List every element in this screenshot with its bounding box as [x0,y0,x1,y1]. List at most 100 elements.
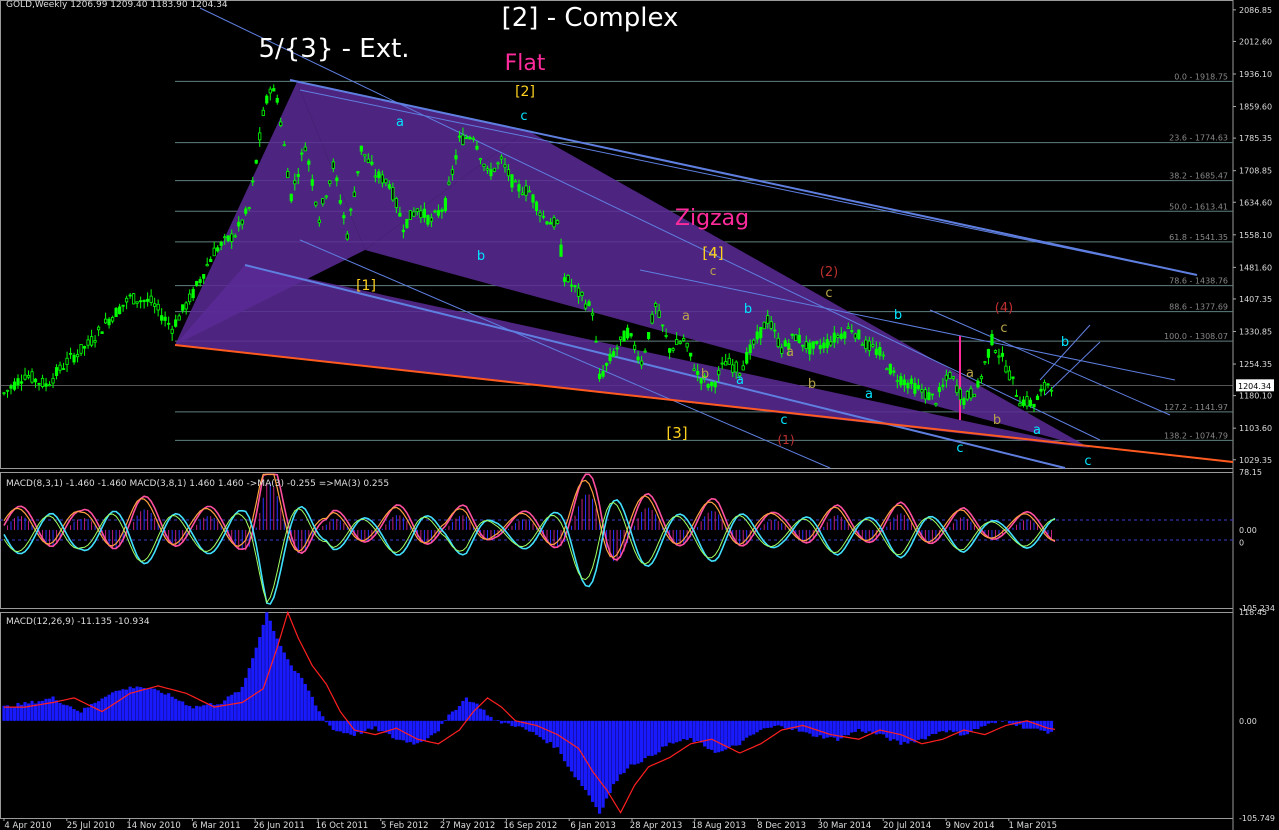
candle-body [146,298,150,302]
candle-body [380,174,384,184]
histogram-bar [618,720,623,775]
histogram-bar [184,705,188,721]
price-tick-label: 1254.35 [1239,360,1272,369]
histogram-bar [668,720,672,743]
histogram-bar [633,720,637,765]
histogram-bar [562,720,567,762]
wave-letter: c [825,286,832,301]
histogram-bar [864,720,868,733]
histogram-bar [44,698,48,721]
histogram-bar [61,704,66,721]
histogram-bar [566,720,570,767]
histogram-bar [755,720,759,733]
candle-body [857,329,861,340]
candle-body [972,393,977,398]
date-tick-label: 16 Sep 2012 [503,821,557,830]
candle-body [359,145,363,152]
date-tick-label: 25 Jul 2010 [67,821,115,830]
histogram-bar [429,720,434,736]
candle-body [874,348,878,355]
candle-body [181,304,185,311]
candle-body [96,326,101,331]
candle-body [335,177,339,182]
histogram-bar [328,720,332,726]
histogram-bar [513,720,518,727]
candle-body [366,158,370,163]
wave-label: [2] - Complex [502,3,679,33]
histogram-bar [436,720,441,732]
histogram-bar [545,720,549,744]
candle-body [976,380,980,388]
macd-fast-tick: 78.15 [1239,468,1262,477]
wave-label: b [477,249,485,264]
histogram-bar [170,696,174,721]
candle-body [839,333,843,340]
histogram-bar [464,697,469,721]
histogram-bar [233,692,237,721]
histogram-bar [766,720,770,728]
candle-body [797,334,801,343]
histogram-bar [174,698,178,721]
histogram-bar [682,720,686,740]
candle-body [650,313,654,324]
candle-body [506,169,511,177]
candle-body [520,192,525,195]
histogram-bar [597,720,602,814]
candle-body [296,174,300,177]
candle-body [1028,399,1033,406]
histogram-bar [440,720,444,724]
candle-body [741,365,745,371]
histogram-bar [843,720,847,736]
candle-body [177,315,181,321]
candle-body [657,310,661,318]
macd-hist-tick: -105.749 [1239,814,1275,823]
candle-body [2,392,6,395]
histogram-bar [121,689,125,721]
histogram-bar [82,707,87,721]
candle-body [237,221,241,227]
histogram-bar [1049,720,1054,732]
candle-body [696,370,700,375]
candle-body [801,344,805,347]
histogram-bar [149,688,153,721]
candle-body [527,190,532,193]
candle-body [454,155,458,160]
candle-body [30,371,34,383]
candle-body [846,326,850,329]
histogram-bar [958,720,963,736]
candle-body [282,144,286,147]
candle-body [534,201,539,211]
histogram-bar [188,705,192,721]
histogram-bar [265,612,269,721]
candle-body [44,383,48,387]
wave-letter: a [736,373,744,388]
fib-label: 23.6 - 1774.63 [1169,134,1228,143]
candle-body [128,294,132,297]
wave-letter: b [993,413,1001,428]
candle-body [1025,396,1029,407]
histogram-bar [387,720,391,735]
histogram-bar [972,720,977,729]
histogram-bar [314,705,318,721]
wave-letter: b [744,302,752,317]
chart-background [0,0,1279,830]
candle-body [170,328,174,334]
histogram-bar [191,708,195,721]
candle-body [293,180,297,185]
candle-body [405,218,409,228]
candle-body [261,109,265,116]
histogram-bar [286,659,290,721]
histogram-bar [583,720,588,790]
candle-body [636,356,640,361]
histogram-bar [916,720,920,740]
candle-body [566,275,570,283]
candle-body [745,352,749,364]
candle-body [373,175,377,178]
candle-body [804,341,808,349]
histogram-bar [955,720,959,732]
candle-body [538,212,542,216]
candle-body [979,376,984,380]
candle-body [121,304,125,307]
candle-body [331,161,335,169]
histogram-bar [118,690,122,721]
